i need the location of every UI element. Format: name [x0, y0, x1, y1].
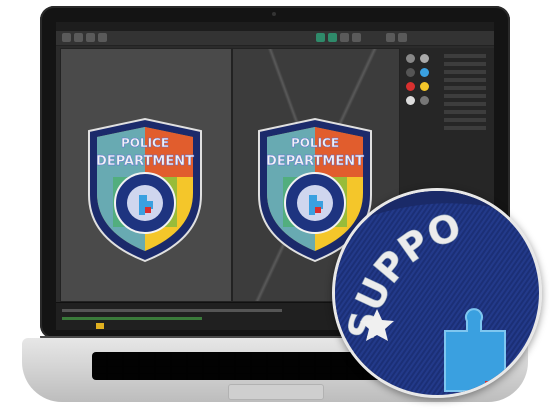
timeline-track[interactable] [62, 317, 202, 320]
material-swatch[interactable] [420, 82, 429, 91]
timeline-keyframe[interactable] [96, 323, 104, 329]
material-swatch[interactable] [420, 54, 429, 63]
tool-button[interactable] [386, 33, 395, 42]
tree-row[interactable] [444, 78, 486, 82]
tool-button[interactable] [86, 33, 95, 42]
tool-button[interactable] [328, 33, 337, 42]
tree-row[interactable] [444, 126, 486, 130]
tool-button[interactable] [340, 33, 349, 42]
embroidery-closeup: SUPPO AU [335, 191, 539, 395]
material-swatch[interactable] [406, 82, 415, 91]
material-swatch[interactable] [406, 68, 415, 77]
timeline-track[interactable] [62, 309, 282, 312]
patch-line1: POLICE [121, 136, 169, 150]
tool-button[interactable] [62, 33, 71, 42]
patch-line1: POLICE [291, 136, 339, 150]
patch-image: POLICE DEPARTMENT [88, 117, 202, 263]
trackpad [228, 384, 324, 400]
menu-bar[interactable] [56, 22, 494, 31]
tree-row[interactable] [444, 102, 486, 106]
tree-row[interactable] [444, 86, 486, 90]
tree-row[interactable] [444, 54, 486, 58]
tree-row[interactable] [444, 62, 486, 66]
tool-button[interactable] [316, 33, 325, 42]
material-swatch[interactable] [420, 68, 429, 77]
patch-line2: DEPARTMENT [96, 154, 194, 169]
material-swatch[interactable] [406, 54, 415, 63]
toolbar [56, 31, 494, 46]
patch-line2: DEPARTMENT [266, 154, 364, 169]
tool-button[interactable] [98, 33, 107, 42]
material-swatch[interactable] [420, 96, 429, 105]
tool-button[interactable] [74, 33, 83, 42]
tree-row[interactable] [444, 70, 486, 74]
tree-row[interactable] [444, 118, 486, 122]
tree-row[interactable] [444, 110, 486, 114]
tool-button[interactable] [352, 33, 361, 42]
zoom-magnifier: SUPPO AU [332, 188, 542, 398]
camera-icon [272, 12, 276, 16]
viewport-left[interactable]: POLICE DEPARTMENT [60, 48, 232, 302]
material-swatch[interactable] [406, 96, 415, 105]
tree-row[interactable] [444, 94, 486, 98]
tool-button[interactable] [398, 33, 407, 42]
